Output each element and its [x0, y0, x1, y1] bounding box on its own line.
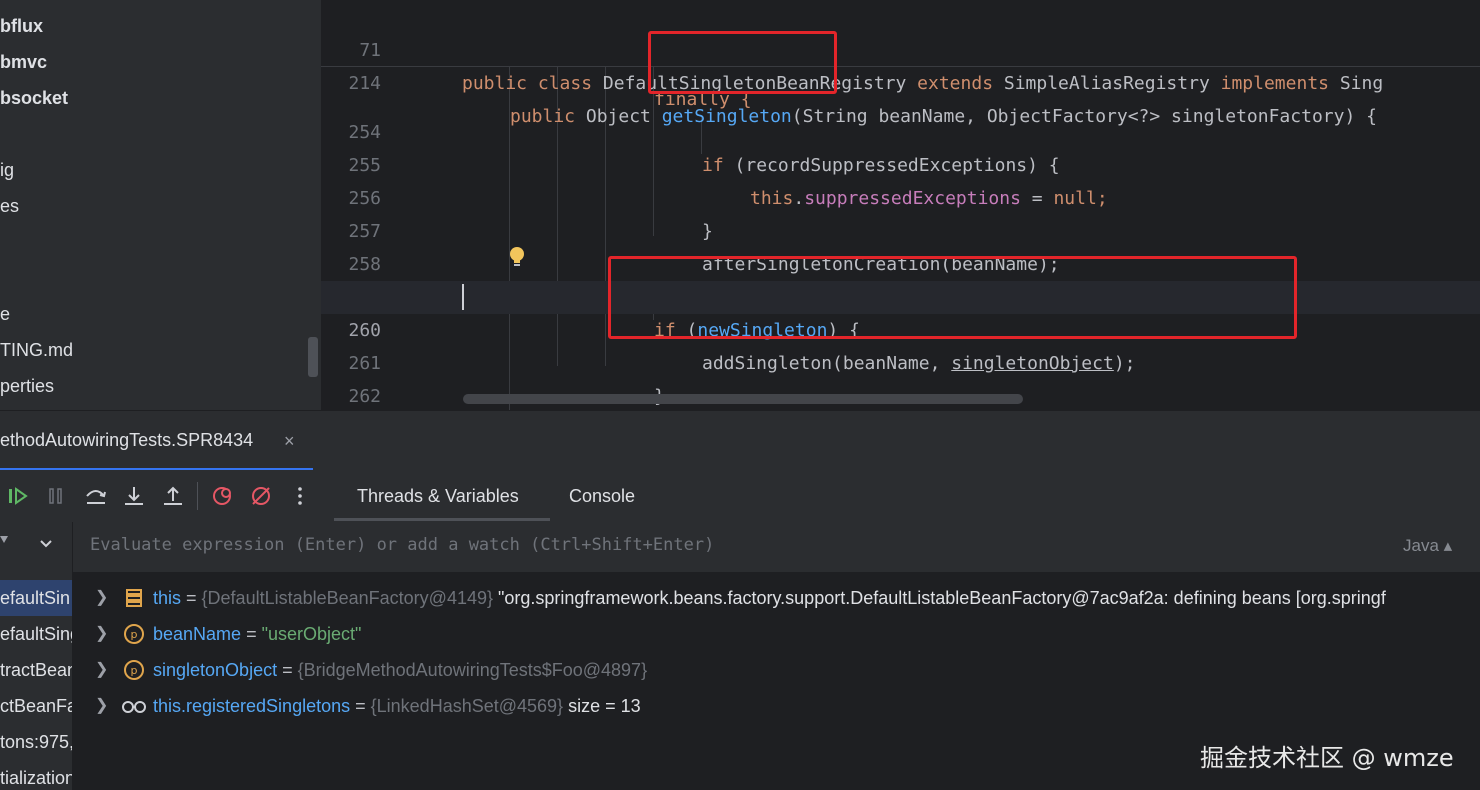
code-line-262: 262 }: [321, 347, 1480, 407]
tree-item[interactable]: TING.md: [0, 340, 73, 361]
sticky-lines-header[interactable]: 71 public class DefaultSingletonBeanRegi…: [321, 0, 1480, 127]
sticky-line-71[interactable]: 71 public class DefaultSingletonBeanRegi…: [321, 1, 1480, 94]
debug-session-tab[interactable]: ethodAutowiringTests.SPR8434: [0, 430, 253, 451]
horizontal-scrollbar[interactable]: [463, 394, 1023, 404]
code-token: public class: [462, 73, 603, 94]
variable-row-singletonobject[interactable]: ❯ p singletonObject = {BridgeMethodAutow…: [73, 652, 1480, 688]
variable-value: "org.springframework.beans.factory.suppo…: [493, 588, 1386, 608]
view-breakpoints-icon[interactable]: [210, 484, 234, 508]
variable-value: "userObject": [261, 624, 362, 644]
language-selector[interactable]: Java ▴: [1403, 536, 1452, 556]
variable-type: {LinkedHashSet@4569}: [370, 696, 564, 716]
variable-equals: =: [277, 660, 298, 680]
frame-item[interactable]: efaultSin: [0, 580, 72, 616]
lightbulb-icon[interactable]: [509, 246, 525, 268]
tree-scrollbar[interactable]: [308, 337, 318, 377]
frame-item[interactable]: efaultSing: [0, 616, 72, 652]
variable-row-registeredsingletons[interactable]: ❯ this.registeredSingletons = {LinkedHas…: [73, 688, 1480, 724]
code-token: SimpleAliasRegistry: [1003, 73, 1221, 94]
chevron-right-icon[interactable]: ❯: [95, 580, 108, 616]
variable-value: size = 13: [563, 696, 641, 716]
variable-type: {BridgeMethodAutowiringTests$Foo@4897}: [297, 660, 648, 680]
active-tab-indicator: [334, 518, 550, 521]
parameter-icon: p: [124, 624, 144, 644]
text-caret: [462, 284, 464, 310]
watch-bar: Evaluate expression (Enter) or add a wat…: [73, 522, 1480, 573]
tab-console[interactable]: Console: [569, 486, 635, 507]
close-icon[interactable]: ×: [284, 431, 295, 452]
debug-session-bar: ethodAutowiringTests.SPR8434 ×: [0, 410, 1480, 471]
code-token: (String beanName, ObjectFactory<?> singl…: [791, 106, 1377, 127]
chevron-right-icon[interactable]: ❯: [95, 652, 108, 688]
variable-equals: =: [241, 624, 262, 644]
watch-glasses-icon: [122, 701, 146, 713]
watermark: 掘金技术社区 @ wmze: [1200, 744, 1454, 772]
chevron-down-icon[interactable]: [38, 538, 54, 550]
highlight-box-getsingleton: [648, 31, 837, 94]
language-label: Java: [1403, 536, 1439, 555]
tree-item[interactable]: bsocket: [0, 88, 68, 109]
step-out-icon[interactable]: [161, 484, 185, 508]
evaluate-expression-input[interactable]: Evaluate expression (Enter) or add a wat…: [90, 535, 714, 555]
variable-equals: =: [350, 696, 371, 716]
tree-item[interactable]: ig: [0, 160, 14, 181]
mute-breakpoints-icon[interactable]: [249, 484, 273, 508]
frame-item[interactable]: tons:975,: [0, 724, 72, 760]
code-token: implements: [1220, 73, 1340, 94]
code-token: extends: [917, 73, 1004, 94]
debug-toolbar: Threads & Variables Console: [0, 470, 1480, 523]
step-into-icon[interactable]: [122, 484, 146, 508]
variable-name: this: [153, 588, 182, 608]
variable-name: beanName: [153, 624, 242, 644]
code-token: Object: [585, 106, 662, 127]
variable-row-beanname[interactable]: ❯ p beanName = "userObject": [73, 616, 1480, 652]
more-options-icon[interactable]: [288, 484, 312, 508]
highlight-box-addsingleton: [608, 256, 1297, 339]
stack-icon: [126, 589, 142, 607]
code-token: public: [510, 106, 586, 127]
toolbar-separator: [197, 482, 198, 510]
tab-threads-variables[interactable]: Threads & Variables: [357, 486, 519, 507]
sticky-line-214[interactable]: 214 public Object getSingleton(String be…: [321, 34, 1480, 127]
frame-item[interactable]: ctBeanFa: [0, 688, 72, 724]
code-token: getSingleton: [661, 106, 792, 127]
parameter-icon: p: [124, 660, 144, 680]
resume-icon[interactable]: [6, 484, 30, 508]
tree-item[interactable]: bmvc: [0, 52, 47, 73]
frame-item[interactable]: tialization: [0, 760, 72, 790]
code-editor[interactable]: finally { 254 if (recordSuppressedExcept…: [321, 0, 1480, 410]
svg-text:p: p: [131, 628, 138, 641]
svg-text:p: p: [131, 664, 138, 677]
code-token: Sing: [1339, 73, 1384, 94]
tree-item[interactable]: bflux: [0, 16, 43, 37]
line-number: 214: [348, 73, 381, 94]
code-line-256: 256 }: [321, 149, 1480, 242]
code-line-257: 257 afterSingletonCreation(beanName);: [321, 182, 1480, 275]
tree-item[interactable]: es: [0, 196, 19, 217]
variable-name: this.registeredSingletons: [153, 696, 351, 716]
step-over-icon[interactable]: [84, 484, 108, 508]
chevron-right-icon[interactable]: ❯: [95, 688, 108, 724]
variable-name: singletonObject: [153, 660, 278, 680]
chevron-right-icon[interactable]: ❯: [95, 616, 108, 652]
filter-icon[interactable]: [0, 534, 12, 550]
project-tree: bflux bmvc bsocket ig es e TING.md perti…: [0, 0, 321, 410]
pause-icon[interactable]: [44, 484, 68, 508]
variable-row-this[interactable]: ❯ this = {DefaultListableBeanFactory@414…: [73, 580, 1480, 616]
tree-item[interactable]: e: [0, 304, 10, 325]
variable-type: {DefaultListableBeanFactory@4149}: [201, 588, 493, 608]
tree-item[interactable]: perties: [0, 376, 54, 397]
variable-equals: =: [181, 588, 202, 608]
frames-panel: efaultSin efaultSing tractBean ctBeanFa …: [0, 522, 73, 790]
code-line-258: 258 }: [321, 215, 1480, 308]
frame-item[interactable]: tractBean: [0, 652, 72, 688]
